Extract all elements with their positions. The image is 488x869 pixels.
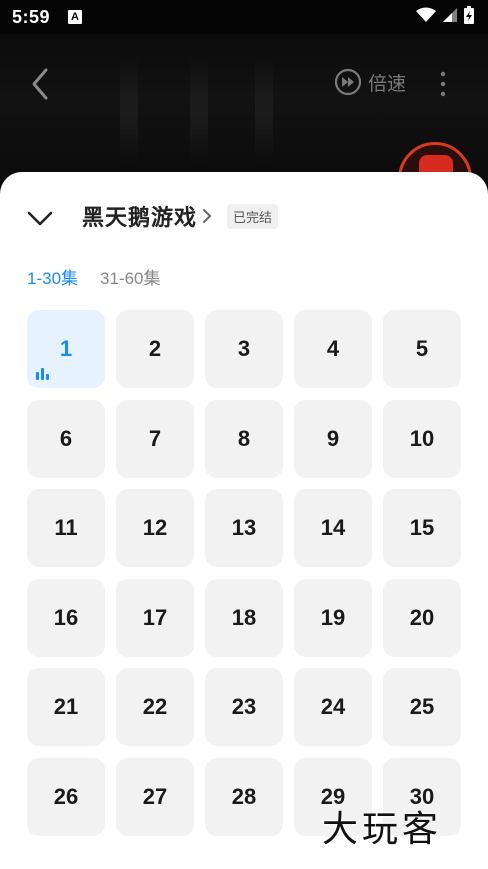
episode-tile-16[interactable]: 16 bbox=[27, 578, 105, 657]
now-playing-icon bbox=[36, 368, 49, 380]
status-bar: 5:59 A bbox=[0, 0, 488, 34]
notification-a-icon: A bbox=[68, 10, 83, 24]
episode-tile-22[interactable]: 22 bbox=[116, 668, 194, 746]
signal-icon bbox=[443, 8, 457, 22]
episode-number: 17 bbox=[142, 604, 168, 630]
speed-label: 倍速 bbox=[368, 73, 407, 95]
episode-number: 11 bbox=[54, 515, 78, 540]
episode-tile-23[interactable]: 23 bbox=[205, 668, 283, 746]
episode-number: 24 bbox=[320, 694, 346, 719]
status-badge: 已完结 bbox=[227, 203, 279, 229]
wifi-icon bbox=[416, 7, 436, 22]
episode-number: 20 bbox=[409, 604, 435, 630]
video-streak bbox=[255, 54, 273, 164]
episode-sheet: 黑天鹅游戏 已完结 1-30集 31-60集 1 2 3 4 5 6 7 8 9 10 11 12 13… bbox=[0, 172, 488, 869]
episode-tile-25[interactable]: 25 bbox=[383, 668, 461, 746]
episode-tile-26[interactable]: 26 bbox=[27, 757, 105, 836]
episode-tile-3[interactable]: 3 bbox=[205, 310, 283, 388]
episode-range-tabs: 1-30集 31-60集 bbox=[27, 264, 161, 289]
episode-tile-12[interactable]: 12 bbox=[116, 489, 194, 567]
episode-number: 21 bbox=[53, 694, 79, 719]
episode-tile-18[interactable]: 18 bbox=[205, 578, 283, 657]
episode-tile-1[interactable]: 1 bbox=[27, 310, 105, 388]
episode-tile-21[interactable]: 21 bbox=[27, 668, 105, 746]
episode-tile-7[interactable]: 7 bbox=[116, 399, 194, 478]
watermark: 大玩客 bbox=[322, 809, 443, 850]
status-icons bbox=[416, 6, 474, 24]
episode-number: 5 bbox=[415, 336, 429, 361]
more-icon[interactable] bbox=[436, 70, 450, 98]
chevron-right-icon bbox=[203, 209, 212, 223]
episode-tile-27[interactable]: 27 bbox=[116, 757, 194, 836]
episode-number: 25 bbox=[409, 694, 435, 719]
status-time: 5:59 bbox=[12, 6, 51, 27]
episode-number: 3 bbox=[237, 336, 251, 361]
episode-tile-4[interactable]: 4 bbox=[294, 310, 372, 388]
episode-number: 7 bbox=[148, 425, 162, 451]
episode-tile-6[interactable]: 6 bbox=[27, 399, 105, 478]
episode-tile-28[interactable]: 28 bbox=[205, 757, 283, 836]
speed-icon bbox=[334, 68, 362, 96]
episode-tile-19[interactable]: 19 bbox=[294, 578, 372, 657]
episode-number: 4 bbox=[326, 336, 340, 361]
episode-number: 14 bbox=[320, 515, 346, 540]
episode-tile-15[interactable]: 15 bbox=[383, 489, 461, 567]
episode-tile-24[interactable]: 24 bbox=[294, 668, 372, 746]
chevron-down-icon[interactable] bbox=[26, 208, 54, 228]
episode-number: 28 bbox=[231, 783, 257, 809]
episode-grid: 1 2 3 4 5 6 7 8 9 10 11 12 13 14 15 16 17 18 19 20 21 22 23 24 2… bbox=[27, 310, 461, 836]
episode-number: 18 bbox=[231, 604, 257, 630]
episode-number: 8 bbox=[237, 425, 251, 451]
battery-charging-icon bbox=[464, 6, 474, 24]
video-player[interactable]: 倍速 bbox=[0, 34, 488, 216]
episode-number: 13 bbox=[231, 515, 257, 540]
screen: 5:59 A 倍速 黑天鹅游戏 已完结 1-30集 31-60集 1 2 3 4… bbox=[0, 0, 488, 869]
episode-number: 12 bbox=[142, 515, 168, 540]
episode-number: 9 bbox=[326, 425, 340, 451]
video-streak bbox=[120, 54, 138, 164]
tab-1-30[interactable]: 1-30集 bbox=[27, 264, 78, 289]
episode-tile-5[interactable]: 5 bbox=[383, 310, 461, 388]
tab-31-60[interactable]: 31-60集 bbox=[100, 264, 160, 289]
back-icon[interactable] bbox=[28, 66, 52, 102]
drama-title: 黑天鹅游戏 bbox=[82, 205, 198, 230]
episode-number: 27 bbox=[142, 783, 168, 809]
episode-tile-10[interactable]: 10 bbox=[383, 399, 461, 478]
episode-number: 23 bbox=[231, 694, 257, 719]
episode-number: 22 bbox=[142, 694, 168, 719]
episode-tile-20[interactable]: 20 bbox=[383, 578, 461, 657]
episode-number: 16 bbox=[53, 604, 79, 630]
episode-number: 19 bbox=[320, 604, 346, 630]
episode-tile-14[interactable]: 14 bbox=[294, 489, 372, 567]
episode-number: 2 bbox=[148, 336, 162, 361]
episode-tile-11[interactable]: 11 bbox=[27, 489, 105, 567]
episode-tile-13[interactable]: 13 bbox=[205, 489, 283, 567]
drama-title-row[interactable]: 黑天鹅游戏 已完结 bbox=[82, 200, 279, 232]
episode-number: 10 bbox=[409, 425, 435, 451]
episode-number: 26 bbox=[53, 783, 79, 809]
speed-button[interactable]: 倍速 bbox=[334, 68, 406, 96]
episode-tile-17[interactable]: 17 bbox=[116, 578, 194, 657]
episode-number: 6 bbox=[59, 425, 73, 451]
episode-number: 15 bbox=[409, 515, 435, 540]
episode-tile-2[interactable]: 2 bbox=[116, 310, 194, 388]
episode-tile-8[interactable]: 8 bbox=[205, 399, 283, 478]
video-streak bbox=[190, 54, 208, 164]
episode-number: 1 bbox=[59, 336, 73, 361]
episode-tile-9[interactable]: 9 bbox=[294, 399, 372, 478]
